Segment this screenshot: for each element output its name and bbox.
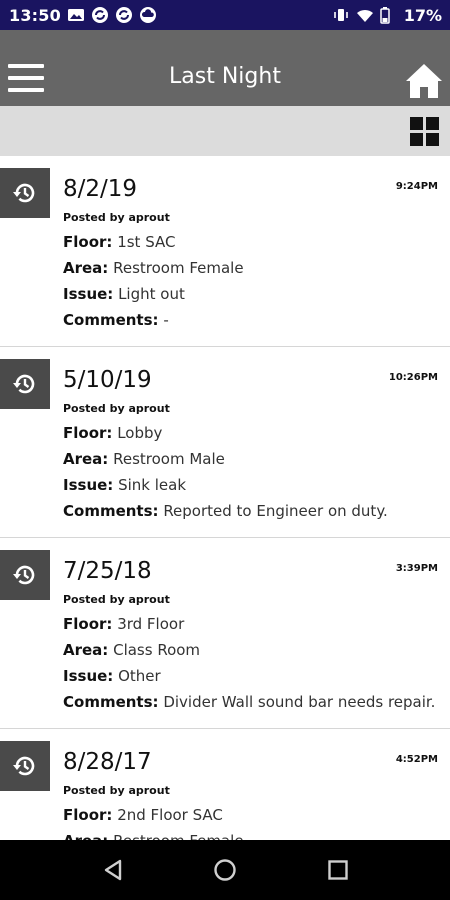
entry-floor: Floor: 2nd Floor SAC [63,806,223,824]
status-time: 13:50 [9,5,61,25]
entry-date: 8/2/19 [63,176,138,202]
battery-icon [379,6,398,24]
status-bar: 13:50 17% [0,0,450,30]
view-toolbar [0,106,450,156]
issue-value: Other [118,667,161,685]
entry-posted-by: Posted by aprout [63,784,170,797]
floor-label: Floor: [63,615,113,633]
entry-posted-by: Posted by aprout [63,402,170,415]
comments-label: Comments: [63,502,159,520]
entry-list: 8/2/19 9:24PM Posted by aprout Floor: 1s… [0,156,450,840]
list-item[interactable]: 8/28/17 4:52PM Posted by aprout Floor: 2… [0,729,450,840]
list-item[interactable]: 5/10/19 10:26PM Posted by aprout Floor: … [0,347,450,538]
area-label: Area: [63,450,109,468]
entry-time: 9:24PM [395,181,438,192]
vibrate-icon [332,6,350,24]
entry-area: Area: Restroom Male [63,450,225,468]
recents-icon[interactable] [326,858,350,882]
status-right: 17% [332,6,442,25]
floor-value: 2nd Floor SAC [117,806,223,824]
area-value: Restroom Female [113,832,243,840]
history-icon[interactable] [0,550,50,600]
comments-value: Reported to Engineer on duty. [163,502,388,520]
issue-label: Issue: [63,285,114,303]
entry-time: 4:52PM [395,754,438,765]
sync-icon [115,6,133,24]
entry-date: 7/25/18 [63,558,152,584]
floor-label: Floor: [63,424,113,442]
entry-floor: Floor: Lobby [63,424,162,442]
issue-label: Issue: [63,476,114,494]
status-left: 13:50 [9,6,157,25]
home-icon[interactable] [404,60,444,100]
comments-value: - [163,311,169,329]
entry-area: Area: Restroom Female [63,832,244,840]
history-icon[interactable] [0,168,50,218]
system-nav-bar [0,840,450,900]
area-value: Restroom Female [113,259,244,277]
entry-issue: Issue: Sink leak [63,476,186,494]
battery-percent: 17% [403,5,442,25]
comments-value: Divider Wall sound bar needs repair. [163,693,436,711]
cloud-icon [139,6,157,24]
issue-value: Sink leak [118,476,187,494]
issue-value: Light out [118,285,185,303]
entry-time: 3:39PM [395,563,438,574]
entry-comments: Comments: Reported to Engineer on duty. [63,502,388,520]
history-icon[interactable] [0,741,50,791]
page-title: Last Night [169,64,281,89]
entry-comments: Comments: Divider Wall sound bar needs r… [63,693,435,711]
comments-label: Comments: [63,693,159,711]
wifi-icon [356,6,374,24]
issue-label: Issue: [63,667,114,685]
floor-value: Lobby [117,424,163,442]
entry-issue: Issue: Light out [63,285,185,303]
area-value: Restroom Male [113,450,225,468]
area-label: Area: [63,259,109,277]
entry-area: Area: Class Room [63,641,200,659]
floor-label: Floor: [63,806,113,824]
back-icon[interactable] [101,858,125,882]
app-header: Last Night [0,30,450,106]
entry-date: 8/28/17 [63,749,152,775]
entry-date: 5/10/19 [63,367,152,393]
home-circle-icon[interactable] [213,858,237,882]
area-value: Class Room [113,641,201,659]
history-icon[interactable] [0,359,50,409]
grid-view-icon[interactable] [410,117,439,146]
area-label: Area: [63,832,108,840]
entry-comments: Comments: - [63,311,169,329]
entry-floor: Floor: 1st SAC [63,233,175,251]
sync-icon [91,6,109,24]
comments-label: Comments: [63,311,159,329]
entry-time: 10:26PM [388,372,438,383]
floor-value: 1st SAC [117,233,176,251]
entry-floor: Floor: 3rd Floor [63,615,184,633]
list-item[interactable]: 7/25/18 3:39PM Posted by aprout Floor: 3… [0,538,450,729]
entry-posted-by: Posted by aprout [63,593,170,606]
area-label: Area: [63,641,109,659]
entry-issue: Issue: Other [63,667,161,685]
list-item[interactable]: 8/2/19 9:24PM Posted by aprout Floor: 1s… [0,156,450,347]
floor-label: Floor: [63,233,113,251]
entry-posted-by: Posted by aprout [63,211,170,224]
entry-area: Area: Restroom Female [63,259,244,277]
image-icon [67,6,85,24]
floor-value: 3rd Floor [117,615,185,633]
